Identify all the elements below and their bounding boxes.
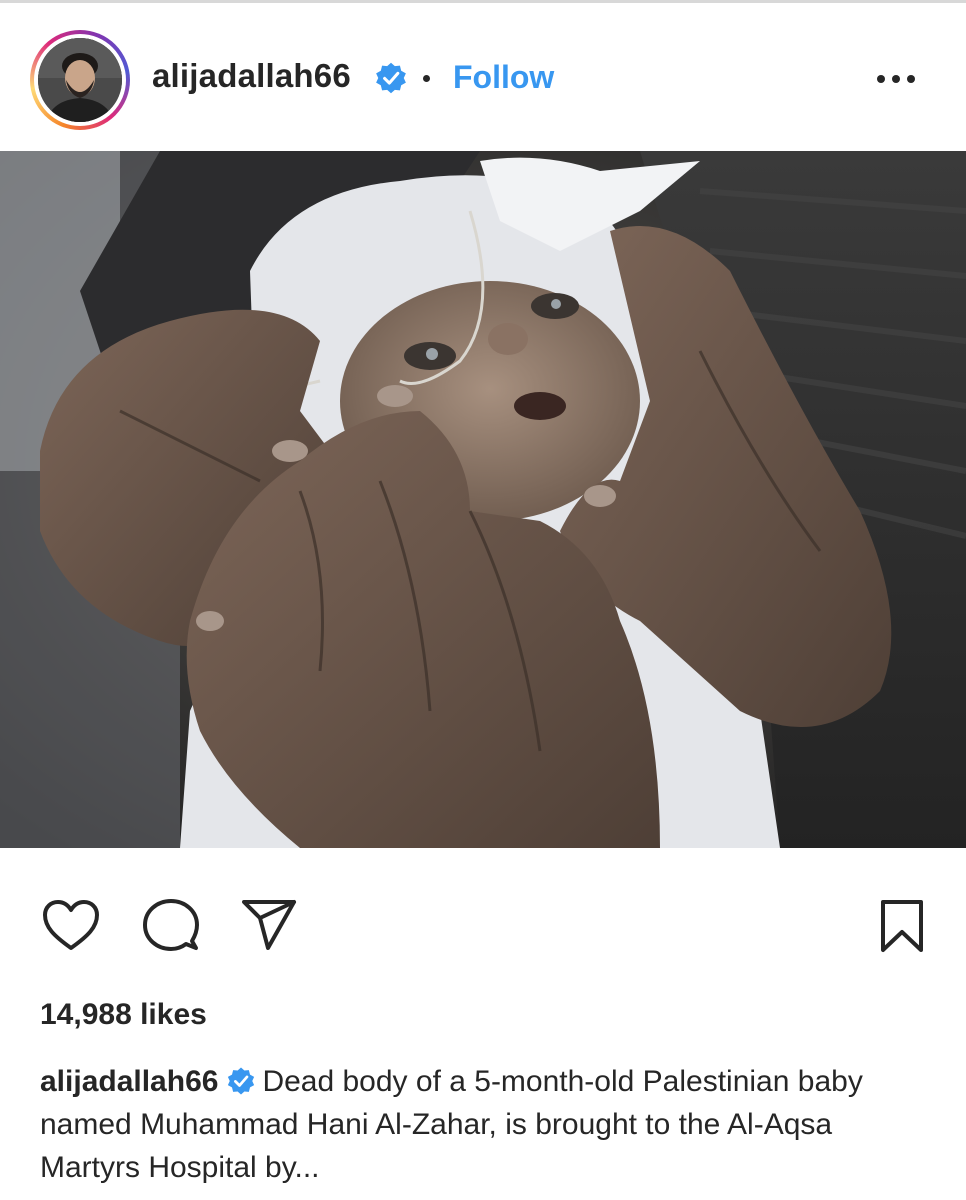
post-header: alijadallah66 Follow xyxy=(0,3,966,151)
separator-dot xyxy=(423,75,430,82)
comment-icon[interactable] xyxy=(142,898,200,954)
share-icon[interactable] xyxy=(240,898,298,952)
verified-badge-icon xyxy=(376,62,406,94)
story-ring[interactable] xyxy=(30,30,130,130)
post-username[interactable]: alijadallah66 xyxy=(152,57,351,95)
verified-badge-icon xyxy=(228,1067,255,1095)
likes-count[interactable]: 14,988 likes xyxy=(40,998,207,1032)
caption-username[interactable]: alijadallah66 xyxy=(40,1065,218,1098)
follow-button[interactable]: Follow xyxy=(453,59,554,96)
instagram-post: alijadallah66 Follow 14,988 likes alijad… xyxy=(0,0,966,1200)
more-options-icon[interactable] xyxy=(872,63,920,95)
heart-icon[interactable] xyxy=(42,900,100,952)
bookmark-icon[interactable] xyxy=(878,898,926,954)
avatar[interactable] xyxy=(38,38,122,122)
post-image xyxy=(0,151,966,848)
post-caption: alijadallah66 Dead body of a 5-month-old … xyxy=(40,1060,930,1189)
post-photo[interactable] xyxy=(0,151,966,848)
